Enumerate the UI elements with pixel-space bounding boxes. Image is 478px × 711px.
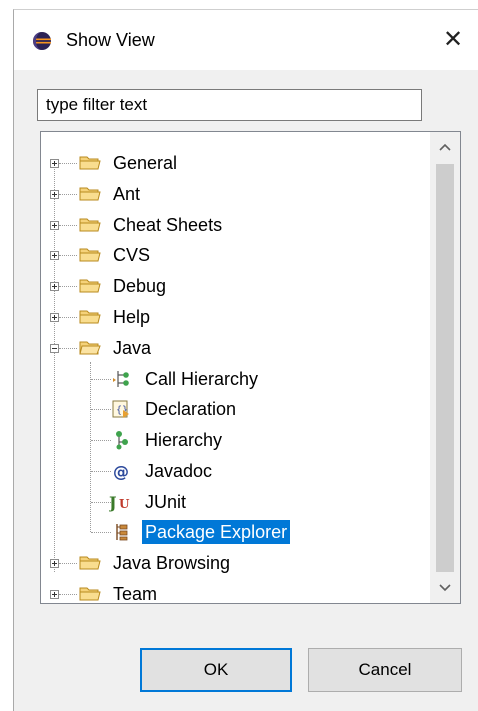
- folder-icon: [79, 156, 101, 170]
- tree-connector: [59, 225, 77, 227]
- tree-item-label: Hierarchy: [145, 430, 223, 450]
- tree-item-label: Cheat Sheets: [113, 215, 223, 235]
- collapse-icon[interactable]: [50, 344, 59, 353]
- expand-icon[interactable]: [50, 190, 59, 199]
- tree-connector: [59, 594, 77, 596]
- junit-icon: J U: [109, 493, 130, 512]
- tree-item-javadoc[interactable]: @ Javadoc: [41, 456, 431, 486]
- svg-text:U: U: [119, 497, 130, 511]
- tree-item-label: CVS: [113, 245, 151, 265]
- title-bar[interactable]: Show View ✕: [14, 10, 478, 70]
- package-explorer-icon: [116, 524, 128, 541]
- tree-item-label: General: [113, 153, 178, 173]
- tree-item-label: Debug: [113, 276, 167, 296]
- cancel-button[interactable]: Cancel: [308, 648, 462, 692]
- folder-icon: [79, 310, 101, 324]
- tree-connector: [91, 502, 111, 504]
- expand-icon[interactable]: [50, 313, 59, 322]
- chevron-up-icon: [439, 143, 451, 151]
- tree-connector: [59, 563, 77, 565]
- view-tree[interactable]: General Ant Cheat Sheets CVS Debug Help …: [40, 131, 461, 604]
- ok-button[interactable]: OK: [140, 648, 292, 692]
- tree-connector: [91, 440, 111, 442]
- tree-item-label: Help: [113, 307, 151, 327]
- tree-item-ant[interactable]: Ant: [41, 179, 431, 209]
- close-icon: ✕: [442, 25, 464, 53]
- scroll-thumb[interactable]: [436, 164, 454, 572]
- tree-connector: [91, 532, 111, 534]
- tree-connector: [91, 409, 111, 411]
- tree-item-label: Call Hierarchy: [145, 369, 259, 389]
- folder-icon: [79, 187, 101, 201]
- chevron-down-icon: [439, 584, 451, 592]
- scroll-up-button[interactable]: [430, 132, 460, 162]
- svg-text:J: J: [109, 493, 117, 512]
- javadoc-icon: @: [113, 462, 129, 481]
- tree-item-debug[interactable]: Debug: [41, 271, 431, 301]
- folder-open-icon: [79, 341, 101, 355]
- folder-icon: [79, 279, 101, 293]
- expand-icon[interactable]: [50, 251, 59, 260]
- tree-item-team[interactable]: Team: [41, 579, 431, 604]
- tree-item-declaration[interactable]: {} Declaration: [41, 394, 431, 424]
- tree-connector: [91, 471, 111, 473]
- hierarchy-icon: [116, 431, 128, 450]
- show-view-dialog: Show View ✕ General Ant Cheat She: [13, 9, 478, 711]
- folder-icon: [79, 556, 101, 570]
- tree-connector: [59, 348, 77, 350]
- expand-icon[interactable]: [50, 159, 59, 168]
- tree-item-label: Team: [113, 584, 158, 604]
- tree-connector: [59, 317, 77, 319]
- expand-icon[interactable]: [50, 221, 59, 230]
- folder-icon: [79, 218, 101, 232]
- eclipse-icon: [33, 32, 51, 50]
- tree-item-cheat-sheets[interactable]: Cheat Sheets: [41, 210, 431, 240]
- expand-icon[interactable]: [50, 590, 59, 599]
- tree-item-label: Java Browsing: [113, 553, 231, 573]
- tree-item-call-hierarchy[interactable]: Call Hierarchy: [41, 364, 431, 394]
- svg-text:@: @: [113, 462, 129, 481]
- dialog-title: Show View: [66, 30, 155, 50]
- tree-connector: [59, 194, 77, 196]
- tree-connector: [91, 379, 111, 381]
- tree-item-help[interactable]: Help: [41, 302, 431, 332]
- expand-icon[interactable]: [50, 559, 59, 568]
- scroll-down-button[interactable]: [430, 573, 460, 603]
- vertical-scrollbar[interactable]: [430, 132, 460, 603]
- tree-connector: [59, 286, 77, 288]
- folder-icon: [79, 248, 101, 262]
- tree-item-label: Declaration: [145, 399, 237, 419]
- tree-item-label: Package Explorer: [142, 520, 291, 544]
- tree-item-cvs[interactable]: CVS: [41, 240, 431, 270]
- tree-item-hierarchy[interactable]: Hierarchy: [41, 425, 431, 455]
- tree-item-junit[interactable]: J U JUnit: [41, 487, 431, 517]
- folder-icon: [79, 587, 101, 601]
- declaration-icon: {}: [112, 400, 129, 418]
- tree-item-label: JUnit: [145, 492, 187, 512]
- expand-icon[interactable]: [50, 282, 59, 291]
- tree-item-general[interactable]: General: [41, 148, 431, 178]
- close-button[interactable]: ✕: [436, 22, 470, 56]
- tree-item-label: Javadoc: [145, 461, 213, 481]
- tree-item-java-browsing[interactable]: Java Browsing: [41, 548, 431, 578]
- tree-connector: [59, 255, 77, 257]
- tree-item-package-explorer[interactable]: Package Explorer: [41, 517, 431, 547]
- tree-item-label: Ant: [113, 184, 141, 204]
- filter-input[interactable]: [37, 89, 422, 121]
- tree-item-java[interactable]: Java: [41, 333, 431, 363]
- call-hierarchy-icon: [113, 371, 129, 387]
- tree-item-label: Java: [113, 338, 152, 358]
- tree-connector: [59, 163, 77, 165]
